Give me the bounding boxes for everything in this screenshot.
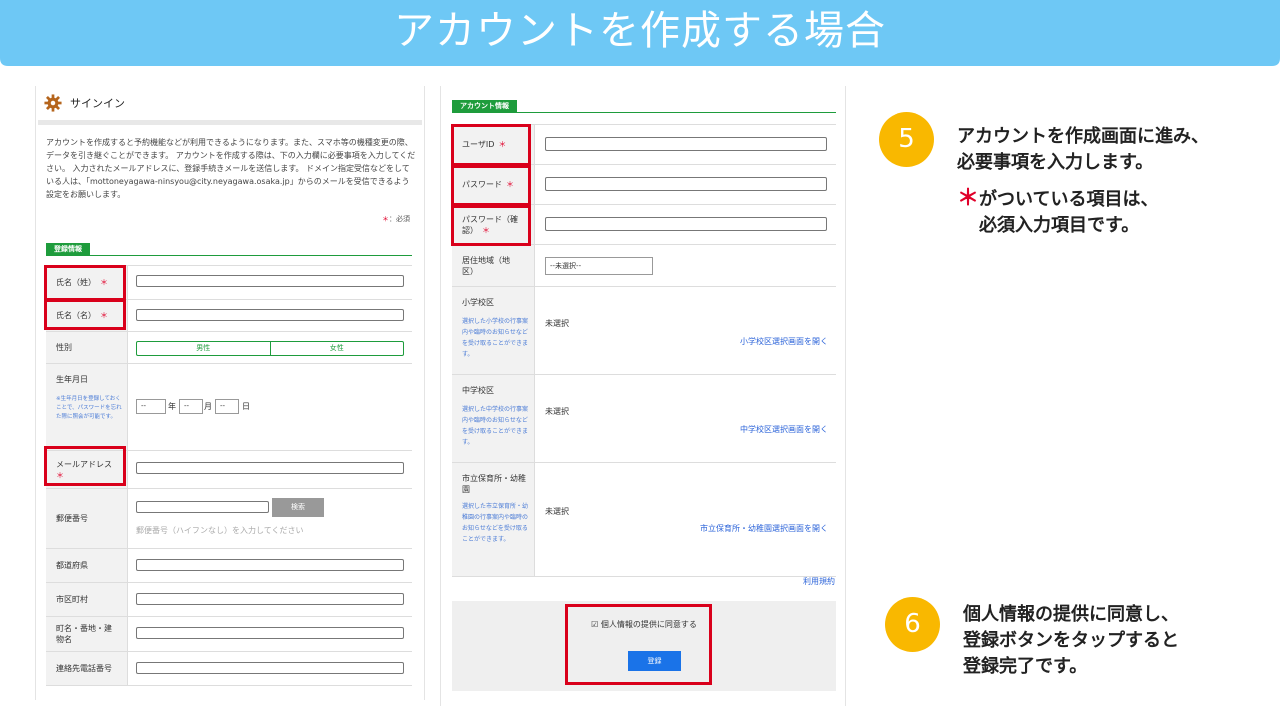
- row-gender: 性別 男性 女性: [46, 332, 412, 364]
- row-birthday: 生年月日 ※生年月日を登録しておくことで、パスワードを忘れた際に照会が可能です。…: [46, 364, 412, 451]
- gear-icon: [44, 94, 62, 112]
- label-middle: 中学校区 選択した中学校の行事案内や臨時のお知らせなどを受け取ることができます。: [452, 375, 535, 462]
- nursery-note: 選択した市立保育所・幼稚園の行事案内や臨時のお知らせなどを受け取ることができます…: [462, 503, 529, 543]
- row-address: 町名・番地・建物名: [46, 617, 412, 652]
- signin-header: サインイン: [44, 92, 125, 114]
- birth-month-select[interactable]: --: [179, 399, 203, 414]
- last-name-input[interactable]: [136, 275, 404, 287]
- highlight-last-name: [44, 265, 126, 301]
- gender-male-option[interactable]: 男性: [137, 342, 270, 355]
- account-info-panel: アカウント情報 ユーザID ＊ パスワード＊ パスワード（確認）＊ 居住地域（地区…: [440, 86, 846, 706]
- banner-title: アカウントを作成する場合: [394, 8, 886, 54]
- label-elementary: 小学校区 選択した小学校の行事案内や臨時のお知らせなどを受け取ることができます。: [452, 287, 535, 374]
- email-input[interactable]: [136, 462, 404, 474]
- label-address: 町名・番地・建物名: [46, 617, 128, 651]
- row-elementary: 小学校区 選択した小学校の行事案内や臨時のお知らせなどを受け取ることができます。…: [452, 287, 836, 375]
- area-select[interactable]: --未選択--: [545, 257, 653, 275]
- step-6-badge: 6: [885, 597, 940, 652]
- label-phone: 連絡先電話番号: [46, 652, 128, 685]
- gender-toggle: 男性 女性: [136, 341, 404, 356]
- nursery-select-link[interactable]: 市立保育所・幼稚園選択画面を開く: [700, 523, 828, 534]
- month-unit: 月: [204, 402, 212, 411]
- password-input[interactable]: [545, 177, 827, 191]
- label-area: 居住地域（地区）: [452, 245, 535, 286]
- label-postal: 郵便番号: [46, 489, 128, 548]
- row-prefecture: 都道府県: [46, 549, 412, 583]
- divider: [38, 120, 422, 125]
- elementary-note: 選択した小学校の行事案内や臨時のお知らせなどを受け取ることができます。: [462, 318, 529, 358]
- step-5-note: ＊がついている項目は、 必須入力項目です。: [957, 186, 1159, 236]
- postal-hint: 郵便番号（ハイフンなし）を入力してください: [136, 526, 304, 535]
- terms-link[interactable]: 利用規約: [803, 576, 835, 587]
- middle-select-link[interactable]: 中学校区選択画面を開く: [740, 424, 828, 435]
- birth-year-select[interactable]: --: [136, 399, 166, 414]
- postal-search-button[interactable]: 検索: [272, 498, 324, 517]
- row-middle: 中学校区 選択した中学校の行事案内や臨時のお知らせなどを受け取ることができます。…: [452, 375, 836, 463]
- signin-form-panel: サインイン アカウントを作成すると予約機能などが利用できるようになります。また、…: [35, 86, 425, 700]
- label-nursery: 市立保育所・幼稚園 選択した市立保育所・幼稚園の行事案内や臨時のお知らせなどを受…: [452, 463, 535, 576]
- birthday-note: ※生年月日を登録しておくことで、パスワードを忘れた際に照会が可能です。: [56, 396, 122, 420]
- user-id-input[interactable]: [545, 137, 827, 151]
- step-5-text: アカウントを作成画面に進み、 必要事項を入力します。: [957, 126, 1209, 173]
- phone-input[interactable]: [136, 662, 404, 674]
- section-line: [46, 255, 412, 256]
- highlight-first-name: [44, 299, 126, 330]
- required-note: ＊：必須: [382, 215, 410, 223]
- intro-text: アカウントを作成すると予約機能などが利用できるようになります。また、スマホ等の機…: [46, 138, 416, 199]
- signin-title: サインイン: [70, 97, 125, 110]
- step-6-text: 個人情報の提供に同意し、 登録ボタンをタップすると 登録完了です。: [963, 604, 1179, 677]
- nursery-value: 未選択: [545, 507, 569, 516]
- middle-note: 選択した中学校の行事案内や臨時のお知らせなどを受け取ることができます。: [462, 406, 529, 446]
- password-confirm-input[interactable]: [545, 217, 827, 231]
- label-birthday: 生年月日 ※生年月日を登録しておくことで、パスワードを忘れた際に照会が可能です。: [46, 364, 128, 450]
- middle-value: 未選択: [545, 407, 569, 416]
- row-nursery: 市立保育所・幼稚園 選択した市立保育所・幼稚園の行事案内や臨時のお知らせなどを受…: [452, 463, 836, 577]
- step-5-badge: 5: [879, 112, 934, 167]
- label-prefecture: 都道府県: [46, 549, 128, 582]
- first-name-input[interactable]: [136, 309, 404, 321]
- gender-female-option[interactable]: 女性: [269, 342, 404, 355]
- postal-input[interactable]: [136, 501, 269, 513]
- section-line: [452, 112, 836, 113]
- address-input[interactable]: [136, 627, 404, 639]
- highlight-email: [44, 446, 126, 486]
- elementary-select-link[interactable]: 小学校区選択画面を開く: [740, 336, 828, 347]
- year-unit: 年: [168, 402, 176, 411]
- highlight-user-id: [451, 124, 531, 166]
- row-phone: 連絡先電話番号: [46, 652, 412, 686]
- title-banner: アカウントを作成する場合: [0, 0, 1280, 66]
- elementary-value: 未選択: [545, 319, 569, 328]
- highlight-password: [451, 165, 531, 206]
- day-unit: 日: [242, 402, 250, 411]
- city-input[interactable]: [136, 593, 404, 605]
- prefecture-input[interactable]: [136, 559, 404, 571]
- row-city: 市区町村: [46, 583, 412, 617]
- label-city: 市区町村: [46, 583, 128, 616]
- highlight-consent-register: [565, 604, 712, 685]
- row-area: 居住地域（地区） --未選択--: [452, 245, 836, 287]
- birth-day-select[interactable]: --: [215, 399, 239, 414]
- highlight-password-confirm: [451, 205, 531, 246]
- row-postal: 郵便番号 検索 郵便番号（ハイフンなし）を入力してください: [46, 489, 412, 549]
- label-gender: 性別: [46, 332, 128, 363]
